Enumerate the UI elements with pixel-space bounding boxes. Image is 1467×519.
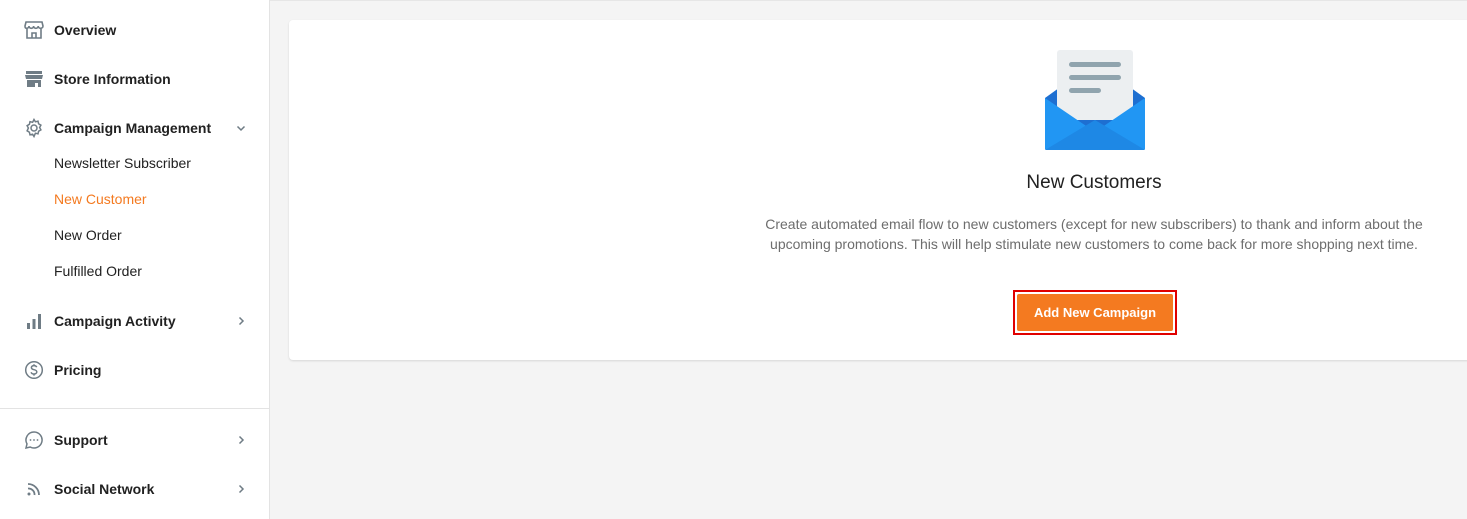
dollar-circle-icon — [22, 358, 46, 382]
sidebar-subitem-label: New Order — [54, 227, 122, 243]
top-border — [270, 0, 1467, 1]
sidebar-item-support[interactable]: Support — [0, 420, 269, 460]
sidebar-item-store-information[interactable]: Store Information — [0, 59, 269, 99]
sidebar-item-label: Social Network — [54, 481, 155, 497]
sidebar-subitem-label: Fulfilled Order — [54, 263, 142, 279]
sidebar-item-label: Pricing — [54, 362, 102, 378]
empty-state-title: New Customers — [1026, 172, 1162, 193]
chevron-down-icon — [233, 120, 249, 136]
sidebar-item-pricing[interactable]: Pricing — [0, 350, 269, 390]
sidebar-item-campaign-management[interactable]: Campaign Management — [0, 108, 269, 148]
sidebar: Overview Store Information Campaign Mana… — [0, 0, 270, 519]
sidebar-subitem-newsletter-subscriber[interactable]: Newsletter Subscriber — [0, 148, 269, 180]
add-new-campaign-button[interactable]: Add New Campaign — [1017, 294, 1173, 331]
sidebar-item-social-network[interactable]: Social Network — [0, 469, 269, 509]
sidebar-divider — [0, 408, 269, 409]
store-icon — [22, 18, 46, 42]
storefront-icon — [22, 67, 46, 91]
empty-state-description: Create automated email flow to new custo… — [765, 216, 1423, 252]
sidebar-item-label: Campaign Management — [54, 120, 212, 136]
sidebar-item-label: Store Information — [54, 71, 171, 87]
sidebar-subitem-fulfilled-order[interactable]: Fulfilled Order — [0, 256, 269, 288]
chevron-right-icon — [233, 313, 249, 329]
sidebar-item-label: Campaign Activity — [54, 313, 176, 329]
sidebar-item-overview[interactable]: Overview — [0, 10, 269, 50]
sidebar-item-label: Support — [54, 432, 108, 448]
gear-icon — [22, 116, 46, 140]
chevron-right-icon — [233, 481, 249, 497]
sidebar-subitem-new-order[interactable]: New Order — [0, 220, 269, 252]
sidebar-subitem-label: New Customer — [54, 191, 147, 207]
sidebar-subitem-label: Newsletter Subscriber — [54, 155, 191, 171]
bar-chart-icon — [22, 309, 46, 333]
chat-bubble-icon — [22, 428, 46, 452]
envelope-letter-icon — [1043, 48, 1147, 152]
sidebar-item-campaign-activity[interactable]: Campaign Activity — [0, 301, 269, 341]
chevron-right-icon — [233, 432, 249, 448]
sidebar-item-label: Overview — [54, 22, 117, 38]
rss-icon — [22, 477, 46, 501]
sidebar-subitem-new-customer[interactable]: New Customer — [0, 184, 269, 216]
